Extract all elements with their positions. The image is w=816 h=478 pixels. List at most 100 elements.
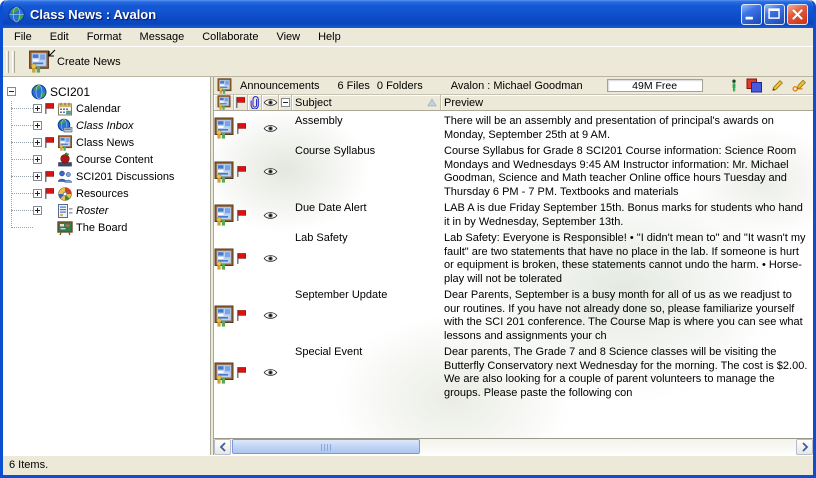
flag-icon <box>236 209 247 222</box>
tree-item-class-inbox[interactable]: Class Inbox <box>3 117 210 134</box>
main-area: SCI201 CalendarClass Inbox Class News Cour… <box>3 77 813 455</box>
expand-cell <box>279 114 292 142</box>
tree-connector-stub <box>11 125 33 126</box>
preview-header-label: Preview <box>444 97 483 109</box>
tree-item-sci201[interactable]: SCI201 <box>3 83 210 100</box>
menu-item-edit[interactable]: Edit <box>41 29 78 45</box>
message-row[interactable]: Course SyllabusCourse Syllabus for Grade… <box>214 143 813 200</box>
tree-connector-stub <box>11 193 33 194</box>
window-title: Class News : Avalon <box>30 7 739 22</box>
viewed-cell <box>262 231 279 286</box>
attachment-cell <box>248 231 262 286</box>
scroll-left-button[interactable] <box>214 439 231 455</box>
flag-slot <box>44 170 57 183</box>
plus-expander-icon[interactable] <box>33 138 42 147</box>
plus-expander-icon[interactable] <box>33 172 42 181</box>
message-row[interactable]: Special EventDear parents, The Grade 7 a… <box>214 344 813 401</box>
column-item-icon-header[interactable] <box>214 95 234 110</box>
globe-icon <box>8 6 25 23</box>
collapse-expander-icon[interactable] <box>7 87 16 96</box>
plus-expander-icon[interactable] <box>33 155 42 164</box>
eye-icon <box>263 311 278 320</box>
tree-item-label: Resources <box>76 188 129 200</box>
scrollbar-thumb[interactable] <box>232 439 420 454</box>
pencil-icon <box>771 79 784 92</box>
tree-item-the-board[interactable]: The Board <box>3 219 210 236</box>
menu-item-file[interactable]: File <box>5 29 41 45</box>
message-subject: September Update <box>292 288 441 343</box>
message-icon-cell <box>214 114 234 142</box>
tree-connector-stub <box>11 210 33 211</box>
item-count-label: 6 Items. <box>9 459 48 471</box>
tree-connector-stub <box>11 176 33 177</box>
news-icon <box>214 161 234 183</box>
expand-cell <box>279 231 292 286</box>
column-header-row: Subject Preview <box>214 95 813 111</box>
attachment-cell <box>248 144 262 199</box>
calendar-icon <box>57 101 73 117</box>
message-preview: Dear Parents, September is a busy month … <box>441 288 813 343</box>
create-news-button[interactable]: Create News <box>24 49 125 74</box>
app-window: Class News : Avalon FileEditFormatMessag… <box>0 0 816 478</box>
tree-item-resources[interactable]: Resources <box>3 185 210 202</box>
tree-connector-stub <box>11 227 33 228</box>
message-preview: Course Syllabus for Grade 8 SCI201 Cours… <box>441 144 813 199</box>
plus-expander-icon[interactable] <box>33 121 42 130</box>
free-space-label: 49M Free <box>632 80 677 92</box>
toolbar-grip[interactable] <box>6 51 9 73</box>
eye-icon <box>263 254 278 263</box>
minimize-button[interactable] <box>741 4 762 25</box>
message-row[interactable]: September UpdateDear Parents, September … <box>214 287 813 344</box>
tree-connector-stub <box>11 159 33 160</box>
minus-expander-icon[interactable] <box>7 87 16 96</box>
message-icon-cell <box>214 231 234 286</box>
message-preview: There will be an assembly and presentati… <box>441 114 813 142</box>
column-collapse-header[interactable] <box>279 95 292 110</box>
menu-item-message[interactable]: Message <box>131 29 194 45</box>
news-icon <box>214 305 234 327</box>
news-icon <box>57 135 73 151</box>
plus-expander-icon[interactable] <box>33 189 42 198</box>
column-viewed-header[interactable] <box>262 95 279 110</box>
message-row[interactable]: AssemblyThere will be an assembly and pr… <box>214 113 813 143</box>
scroll-right-button[interactable] <box>796 439 813 455</box>
expand-cell <box>279 345 292 400</box>
menu-item-collaborate[interactable]: Collaborate <box>193 29 267 45</box>
permission-icons <box>730 78 807 93</box>
tree-item-sci201-discussions[interactable]: SCI201 Discussions <box>3 168 210 185</box>
horizontal-scrollbar <box>214 438 813 455</box>
tree-item-class-news[interactable]: Class News <box>3 134 210 151</box>
message-row[interactable]: Due Date AlertLAB A is due Friday Septem… <box>214 200 813 230</box>
tree-item-calendar[interactable]: Calendar <box>3 100 210 117</box>
column-subject-header[interactable]: Subject <box>292 95 441 110</box>
tree-item-course-content[interactable]: Course Content <box>3 151 210 168</box>
flag-icon <box>236 366 247 379</box>
flag-icon <box>236 309 247 322</box>
message-subject: Special Event <box>292 345 441 400</box>
person-icon <box>730 79 738 92</box>
tree-item-roster[interactable]: Roster <box>3 202 210 219</box>
menu-item-help[interactable]: Help <box>309 29 350 45</box>
menu-item-view[interactable]: View <box>267 29 309 45</box>
scrollbar-track[interactable] <box>231 439 796 455</box>
column-flag-header[interactable] <box>234 95 248 110</box>
message-subject: Lab Safety <box>292 231 441 286</box>
close-button[interactable] <box>787 4 808 25</box>
announcements-panel: Announcements 6 Files 0 Folders Avalon :… <box>213 77 813 455</box>
viewed-cell <box>262 201 279 229</box>
plus-expander-icon[interactable] <box>33 104 42 113</box>
flag-icon <box>44 187 55 200</box>
message-row[interactable]: Lab SafetyLab Safety: Everyone is Respon… <box>214 230 813 287</box>
toolbar-grip[interactable] <box>12 51 15 73</box>
expand-cell <box>279 201 292 229</box>
menu-item-format[interactable]: Format <box>78 29 131 45</box>
maximize-button[interactable] <box>764 4 785 25</box>
eye-icon <box>263 368 278 377</box>
column-preview-header[interactable]: Preview <box>441 95 813 110</box>
tree-item-label: Class News <box>76 137 134 149</box>
expand-cell <box>279 144 292 199</box>
column-attachment-header[interactable] <box>248 95 262 110</box>
flag-slot <box>44 153 57 166</box>
plus-expander-icon[interactable] <box>33 206 42 215</box>
viewed-cell <box>262 114 279 142</box>
